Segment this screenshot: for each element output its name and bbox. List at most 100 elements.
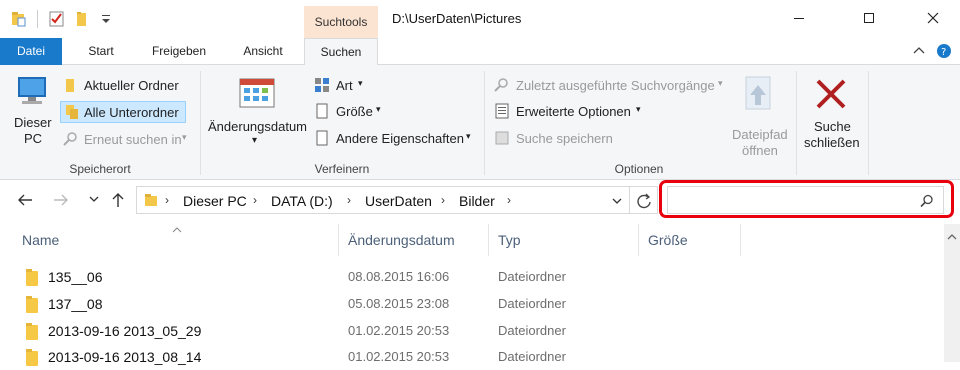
dieser-pc-button[interactable]: Dieser PC (10, 73, 54, 153)
art-button[interactable]: Art ▾ (314, 75, 374, 95)
alle-unterordner-label: Alle Unterordner (84, 105, 179, 120)
file-name: 137__08 (48, 296, 103, 312)
group-label-speicherort: Speicherort (69, 162, 131, 176)
groesse-label: Größe (336, 104, 373, 119)
sort-ascending-icon (172, 222, 182, 236)
table-row[interactable]: 135__06 08.08.2015 16:06 Dateiordner (0, 266, 944, 290)
suche-speichern-label: Suche speichern (516, 131, 613, 146)
table-row[interactable]: 137__08 05.08.2015 23:08 Dateiordner (0, 293, 944, 317)
current-folder-icon (66, 79, 74, 92)
collapse-ribbon-icon[interactable] (912, 44, 926, 61)
minimize-button[interactable] (776, 0, 822, 38)
maximize-button[interactable] (846, 0, 892, 38)
properties-icon (316, 130, 328, 146)
title-bar: Suchtools D:\UserDaten\Pictures (0, 0, 960, 38)
file-date: 05.08.2015 23:08 (348, 296, 450, 311)
column-header-date[interactable]: Änderungsdatum (348, 232, 455, 248)
breadcrumb-bilder[interactable]: Bilder (459, 193, 495, 209)
group-separator (868, 71, 869, 175)
file-list: Name Änderungsdatum Typ Größe 135__06 08… (0, 222, 944, 366)
table-row[interactable]: 2013-09-16 2013_08_14 01.02.2015 20:53 D… (0, 346, 944, 370)
svg-text:?: ? (941, 47, 946, 58)
folder-icon (26, 349, 38, 366)
file-date: 01.02.2015 20:53 (348, 323, 450, 338)
column-separator[interactable] (338, 224, 339, 256)
aktueller-ordner-button[interactable]: Aktueller Ordner (60, 75, 188, 95)
tab-datei[interactable]: Datei (0, 38, 62, 65)
close-search-icon (816, 79, 846, 109)
erneut-suchen-button: Erneut suchen in ▾ (60, 129, 192, 149)
breadcrumb-data-d[interactable]: DATA (D:) (271, 193, 333, 209)
vertical-scrollbar[interactable] (944, 224, 960, 362)
breadcrumb-userdaten[interactable]: UserDaten (365, 193, 432, 209)
zuletzt-label: Zuletzt ausgeführte Suchvorgänge (516, 78, 715, 93)
kind-icon (315, 78, 329, 92)
tab-freigeben[interactable]: Freigeben (140, 38, 218, 65)
maximize-icon (863, 11, 875, 27)
up-arrow-icon[interactable] (110, 191, 126, 212)
address-dropdown-icon[interactable] (611, 195, 623, 210)
close-button[interactable] (910, 0, 956, 38)
column-header-size[interactable]: Größe (648, 232, 688, 248)
dropdown-arrow-icon: ▾ (636, 104, 641, 114)
forward-arrow-icon[interactable] (52, 192, 70, 211)
scroll-up-icon[interactable] (947, 230, 957, 244)
breadcrumb-separator-icon[interactable]: › (347, 193, 351, 207)
new-folder-icon[interactable] (74, 10, 92, 28)
minimize-icon (793, 11, 805, 27)
customize-toolbar-icon[interactable] (98, 10, 116, 28)
andere-eigenschaften-button[interactable]: Andere Eigenschaften ▾ (314, 128, 480, 148)
file-name: 2013-09-16 2013_08_14 (48, 349, 202, 365)
column-header-name[interactable]: Name (22, 232, 59, 248)
save-search-icon (495, 131, 509, 145)
table-row[interactable]: 2013-09-16 2013_05_29 01.02.2015 20:53 D… (0, 320, 944, 344)
column-separator[interactable] (638, 224, 639, 256)
folder-properties-icon[interactable] (10, 10, 28, 28)
alle-unterordner-button[interactable]: Alle Unterordner (60, 101, 186, 123)
breadcrumb-dieser-pc[interactable]: Dieser PC (183, 193, 247, 209)
dropdown-arrow-icon: ▾ (252, 135, 258, 146)
ribbon-panel: Dieser PC Aktueller Ordner Alle Unterord… (0, 65, 960, 180)
dropdown-arrow-icon: ▾ (718, 78, 723, 88)
refresh-button[interactable] (630, 186, 658, 214)
suche-schliessen-button[interactable]: Suche schließen (800, 73, 864, 153)
properties-checkmark-icon[interactable] (48, 10, 66, 28)
file-type: Dateiordner (498, 323, 566, 338)
groesse-button[interactable]: Größe ▾ (314, 101, 394, 121)
file-type: Dateiordner (498, 269, 566, 284)
group-separator (200, 71, 201, 175)
group-label-optionen: Optionen (614, 162, 664, 176)
ribbon-tabs: Datei Start Freigeben Ansicht Suchen ? (0, 38, 960, 66)
breadcrumb-separator-icon[interactable]: › (253, 193, 257, 207)
breadcrumb-separator-icon[interactable]: › (165, 193, 169, 207)
back-arrow-icon[interactable] (16, 192, 34, 211)
aenderungsdatum-button[interactable]: Änderungsdatum ▾ (206, 73, 308, 157)
refresh-icon (637, 193, 651, 209)
navigation-bar: › Dieser PC › DATA (D:) › UserDaten › Bi… (0, 180, 960, 224)
tab-suchen[interactable]: Suchen (304, 38, 378, 66)
window-title: D:\UserDaten\Pictures (392, 11, 522, 26)
recent-locations-icon[interactable] (88, 193, 100, 208)
search-again-icon (63, 132, 77, 146)
group-separator (796, 71, 797, 175)
andere-eigenschaften-label: Andere Eigenschaften (336, 131, 464, 146)
help-icon[interactable]: ? (936, 43, 952, 62)
file-date: 08.08.2015 16:06 (348, 269, 450, 284)
breadcrumb-separator-icon[interactable]: › (507, 193, 511, 207)
column-separator[interactable] (488, 224, 489, 256)
column-header-type[interactable]: Typ (498, 232, 521, 248)
column-separator[interactable] (740, 224, 741, 256)
erneut-suchen-label: Erneut suchen in (84, 132, 182, 147)
file-name: 135__06 (48, 269, 103, 285)
aenderungsdatum-label: Änderungsdatum (208, 119, 308, 134)
dropdown-arrow-icon: ▾ (358, 78, 363, 88)
tab-ansicht[interactable]: Ansicht (230, 38, 296, 65)
tab-start[interactable]: Start (74, 38, 128, 65)
subfolders-icon (66, 105, 78, 119)
computer-icon (18, 77, 46, 104)
calendar-icon (239, 78, 275, 108)
aktueller-ordner-label: Aktueller Ordner (84, 78, 179, 93)
breadcrumb-separator-icon[interactable]: › (441, 193, 445, 207)
erweiterte-optionen-button[interactable]: Erweiterte Optionen ▾ (494, 101, 646, 121)
address-bar[interactable]: › Dieser PC › DATA (D:) › UserDaten › Bi… (136, 186, 630, 214)
